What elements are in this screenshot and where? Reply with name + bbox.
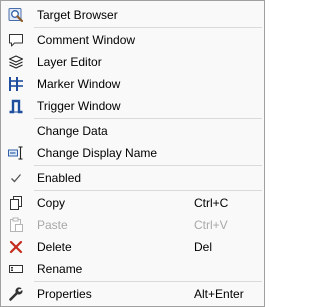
menu-item-label: Paste — [37, 218, 68, 232]
menu-item-marker-window[interactable]: Marker Window — [1, 73, 264, 95]
menu-item-paste: Paste Ctrl+V — [1, 214, 264, 236]
menu-item-label: Marker Window — [37, 77, 121, 91]
menu-item-label: Copy — [37, 196, 66, 210]
trigger-window-icon — [8, 98, 24, 114]
menu-item-rename[interactable]: Rename — [1, 258, 264, 280]
menu-item-target-browser[interactable]: Target Browser — [1, 4, 264, 26]
menu-item-trigger-window[interactable]: Trigger Window — [1, 95, 264, 117]
menu-item-shortcut: Del — [194, 240, 213, 254]
menu-item-enabled[interactable]: Enabled — [1, 167, 264, 189]
delete-x-icon — [8, 239, 24, 255]
menu-item-label: Delete — [37, 240, 72, 254]
menu-item-delete[interactable]: Delete Del — [1, 236, 264, 258]
menu-item-comment-window[interactable]: Comment Window — [1, 29, 264, 51]
menu-item-label: Layer Editor — [37, 55, 102, 69]
checkmark-icon — [8, 170, 24, 186]
context-menu: Target Browser Comment Window Layer Edit… — [0, 0, 265, 307]
menu-item-label: Comment Window — [37, 33, 136, 47]
menu-item-change-display-name[interactable]: Change Display Name — [1, 142, 264, 164]
wrench-icon — [8, 286, 24, 302]
rename-icon — [8, 261, 24, 277]
comment-window-icon — [8, 32, 24, 48]
rename-cursor-icon — [8, 145, 24, 161]
marker-window-icon — [8, 76, 24, 92]
menu-item-copy[interactable]: Copy Ctrl+C — [1, 192, 264, 214]
menu-item-shortcut: Ctrl+V — [194, 218, 228, 232]
menu-item-shortcut: Ctrl+C — [194, 196, 229, 210]
menu-separator — [34, 190, 262, 191]
menu-separator — [34, 118, 262, 119]
menu-item-label: Enabled — [37, 171, 82, 185]
menu-item-shortcut: Alt+Enter — [194, 287, 244, 301]
menu-item-label: Trigger Window — [37, 99, 121, 113]
menu-item-label: Change Display Name — [37, 146, 158, 160]
menu-item-label: Change Data — [37, 124, 108, 138]
menu-item-label: Target Browser — [37, 8, 118, 22]
target-browser-icon — [8, 7, 24, 23]
menu-item-layer-editor[interactable]: Layer Editor — [1, 51, 264, 73]
copy-icon — [8, 195, 24, 211]
menu-separator — [34, 281, 262, 282]
menu-item-change-data[interactable]: Change Data — [1, 120, 264, 142]
menu-separator — [34, 27, 262, 28]
menu-separator — [34, 165, 262, 166]
menu-item-label: Properties — [37, 287, 92, 301]
paste-icon — [8, 217, 24, 233]
layer-editor-icon — [8, 54, 24, 70]
menu-item-label: Rename — [37, 262, 83, 276]
menu-item-properties[interactable]: Properties Alt+Enter — [1, 283, 264, 305]
